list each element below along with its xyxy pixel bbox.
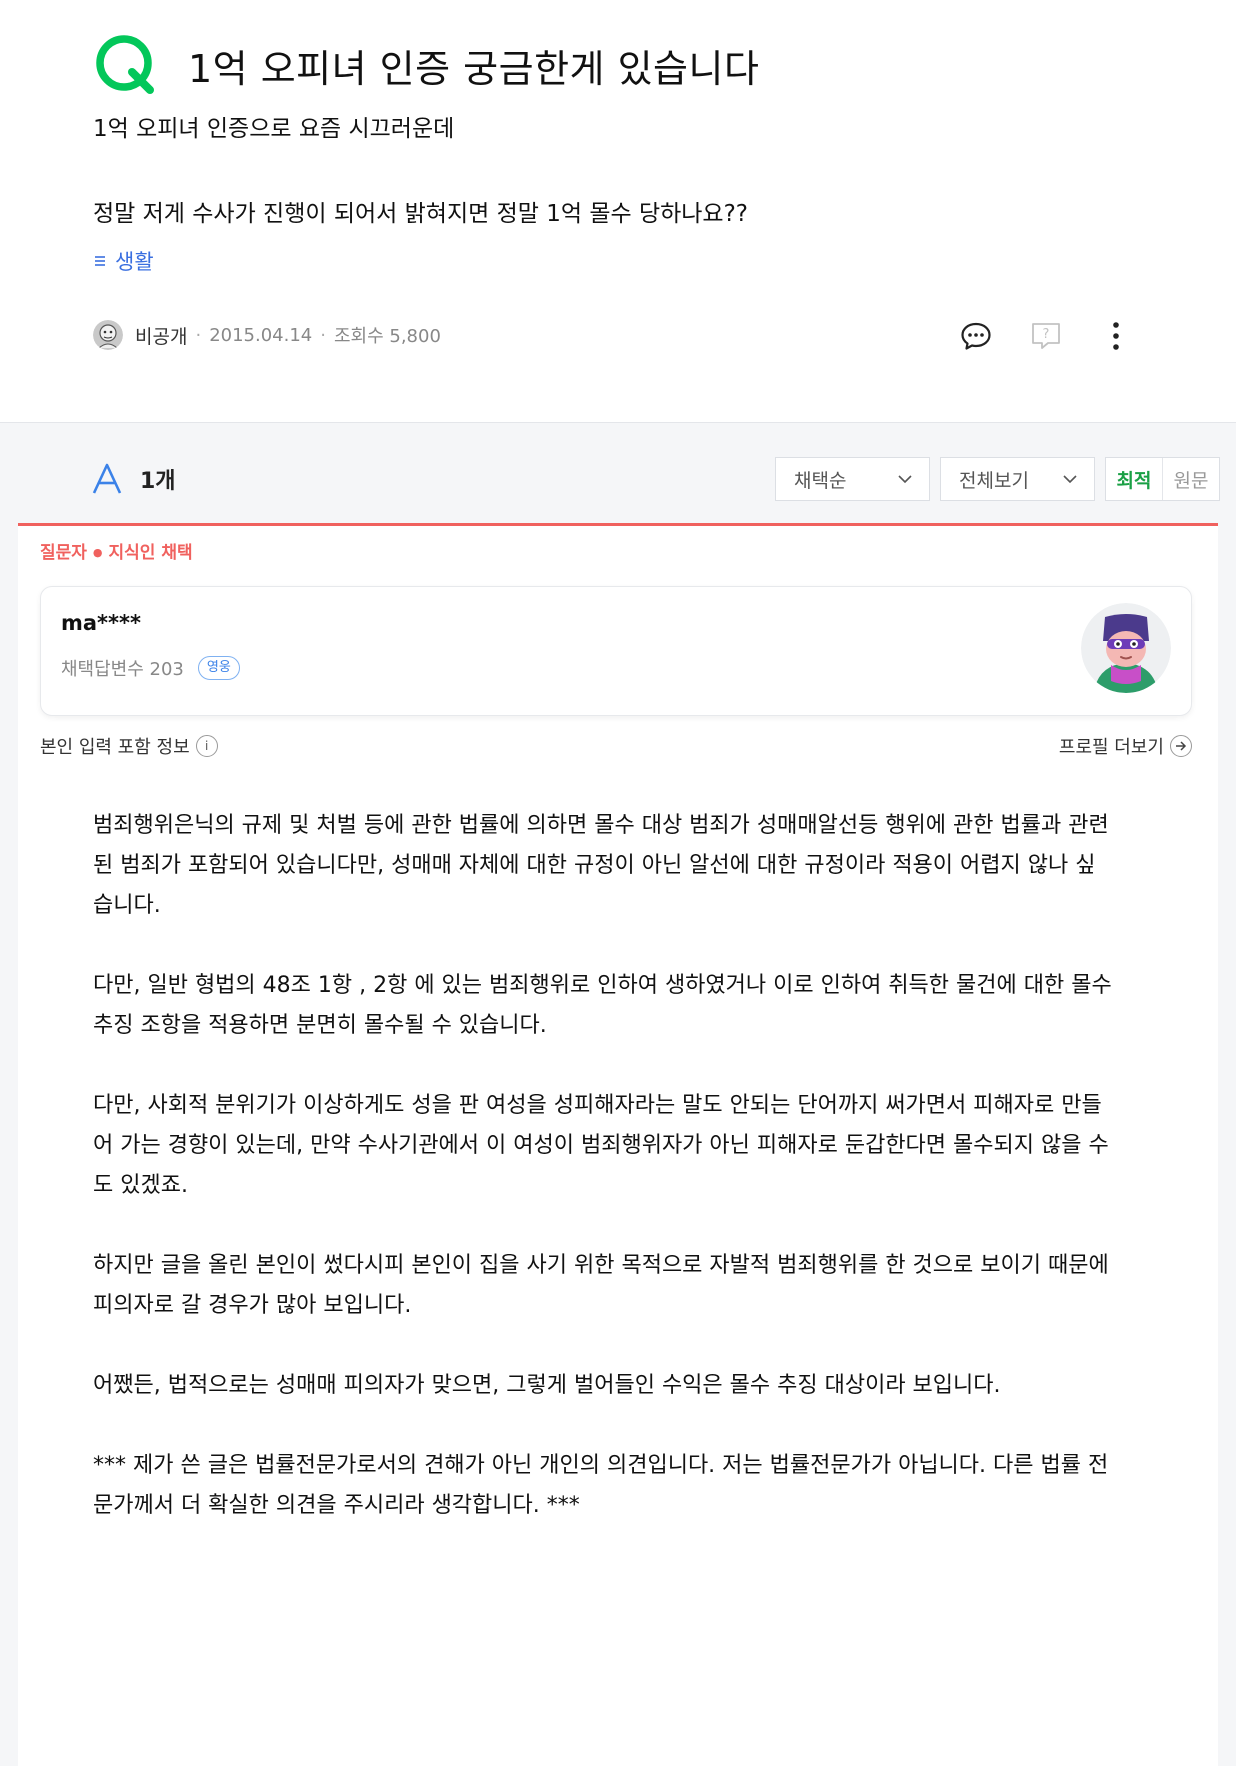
anonymous-avatar-icon xyxy=(93,320,123,350)
answer-body: 범죄행위은닉의 규제 및 처벌 등에 관한 법률에 의하면 몰수 대상 범죄가 … xyxy=(93,806,1113,1566)
chosen-by-asker: 질문자 xyxy=(40,543,87,563)
meta-separator: · xyxy=(195,324,202,346)
question-body-line: 정말 저게 수사가 진행이 되어서 밝혀지면 정말 1억 몰수 당하나요?? xyxy=(93,201,749,227)
answer-paragraph: 다만, 일반 형법의 48조 1항 , 2항 에 있는 범죄행위로 인하여 생하… xyxy=(93,973,1112,1038)
answer-header: 1개 xyxy=(92,463,176,495)
chosen-answer-count: 채택답변수 203 xyxy=(61,659,184,680)
toggle-original[interactable]: 원문 xyxy=(1162,458,1219,500)
question-date: 2015.04.14 xyxy=(209,324,313,346)
list-icon xyxy=(95,256,105,266)
answer-section: 1개 채택순 전체보기 최적 원문 질문자 ● 지식인 채택 ma**** 채택답변… xyxy=(0,422,1236,1773)
self-input-info[interactable]: 본인 입력 포함 정보 i xyxy=(40,733,218,759)
question-meta: 비공개 · 2015.04.14 · 조회수 5,800 xyxy=(93,320,441,350)
comment-button[interactable] xyxy=(956,316,996,356)
arrow-right-icon xyxy=(1170,735,1192,757)
category-link[interactable]: 생활 xyxy=(93,246,154,276)
filter-select[interactable]: 전체보기 xyxy=(940,457,1095,501)
answer-count: 1개 xyxy=(140,469,176,494)
answer-paragraph: 범죄행위은닉의 규제 및 처벌 등에 관한 법률에 의하면 몰수 대상 범죄가 … xyxy=(93,813,1109,918)
chevron-down-icon xyxy=(1063,475,1077,484)
question-title-row: 1억 오피녀 인증 궁금한게 있습니다 xyxy=(92,32,759,98)
self-input-info-label: 본인 입력 포함 정보 xyxy=(40,737,190,758)
question-views: 조회수 5,800 xyxy=(333,326,441,347)
answerer-stats: 채택답변수 203 영웅 xyxy=(61,655,240,681)
question-section: 1억 오피녀 인증 궁금한게 있습니다 1억 오피녀 인증으로 요즘 시끄러운데… xyxy=(0,0,1236,422)
question-actions: ? xyxy=(926,316,1136,356)
question-report-button[interactable]: ? xyxy=(1026,316,1066,356)
sort-controls: 채택순 전체보기 최적 원문 xyxy=(775,457,1220,501)
question-title: 1억 오피녀 인증 궁금한게 있습니다 xyxy=(188,46,760,91)
answerer-profile-card[interactable]: ma**** 채택답변수 203 영웅 xyxy=(40,586,1192,716)
more-icon xyxy=(1113,322,1119,350)
question-body: 1억 오피녀 인증으로 요즘 시끄러운데 정말 저게 수사가 진행이 되어서 밝… xyxy=(93,108,748,235)
answer-card: 질문자 ● 지식인 채택 ma**** 채택답변수 203 영웅 본인 입력 포… xyxy=(18,523,1218,1773)
chosen-by-kin: 지식인 채택 xyxy=(108,543,193,563)
answer-a-icon xyxy=(92,463,122,494)
profile-more-label: 프로필 더보기 xyxy=(1058,737,1164,758)
answerer-name: ma**** xyxy=(61,611,141,635)
view-toggle: 최적 원문 xyxy=(1105,457,1220,501)
chevron-down-icon xyxy=(898,475,912,484)
answerer-info-row: 본인 입력 포함 정보 i 프로필 더보기 xyxy=(40,733,1192,759)
answer-paragraph: 어쨌든, 법적으로는 성매매 피의자가 맞으면, 그렇게 벌어들인 수익은 몰수… xyxy=(93,1373,1001,1398)
filter-select-value: 전체보기 xyxy=(959,469,1029,492)
svg-text:?: ? xyxy=(1043,327,1050,342)
question-author: 비공개 xyxy=(135,325,188,348)
sort-select-value: 채택순 xyxy=(794,469,847,492)
answer-paragraph: *** 제가 쓴 글은 법률전문가로서의 견해가 아닌 개인의 의견입니다. 저… xyxy=(93,1453,1109,1518)
profile-more-link[interactable]: 프로필 더보기 xyxy=(1059,733,1192,759)
answer-paragraph: 하지만 글을 올린 본인이 썼다시피 본인이 집을 사기 위한 목적으로 자발적… xyxy=(93,1253,1109,1318)
rank-badge: 영웅 xyxy=(197,656,240,680)
info-icon: i xyxy=(195,735,218,757)
more-button[interactable] xyxy=(1096,316,1136,356)
category-label: 생활 xyxy=(115,250,154,274)
toggle-best[interactable]: 최적 xyxy=(1106,458,1162,500)
sort-select[interactable]: 채택순 xyxy=(775,457,930,501)
meta-separator: · xyxy=(320,324,326,346)
answerer-avatar xyxy=(1081,603,1171,693)
chosen-answer-label: 질문자 ● 지식인 채택 xyxy=(40,538,193,563)
question-q-icon xyxy=(96,35,154,94)
label-separator: ● xyxy=(92,546,103,559)
answer-paragraph: 다만, 사회적 분위기가 이상하게도 성을 판 여성을 성피해자라는 말도 안되… xyxy=(93,1093,1109,1198)
question-report-icon: ? xyxy=(1032,323,1060,349)
comment-icon xyxy=(961,322,991,350)
question-body-line: 1억 오피녀 인증으로 요즘 시끄러운데 xyxy=(93,116,455,142)
